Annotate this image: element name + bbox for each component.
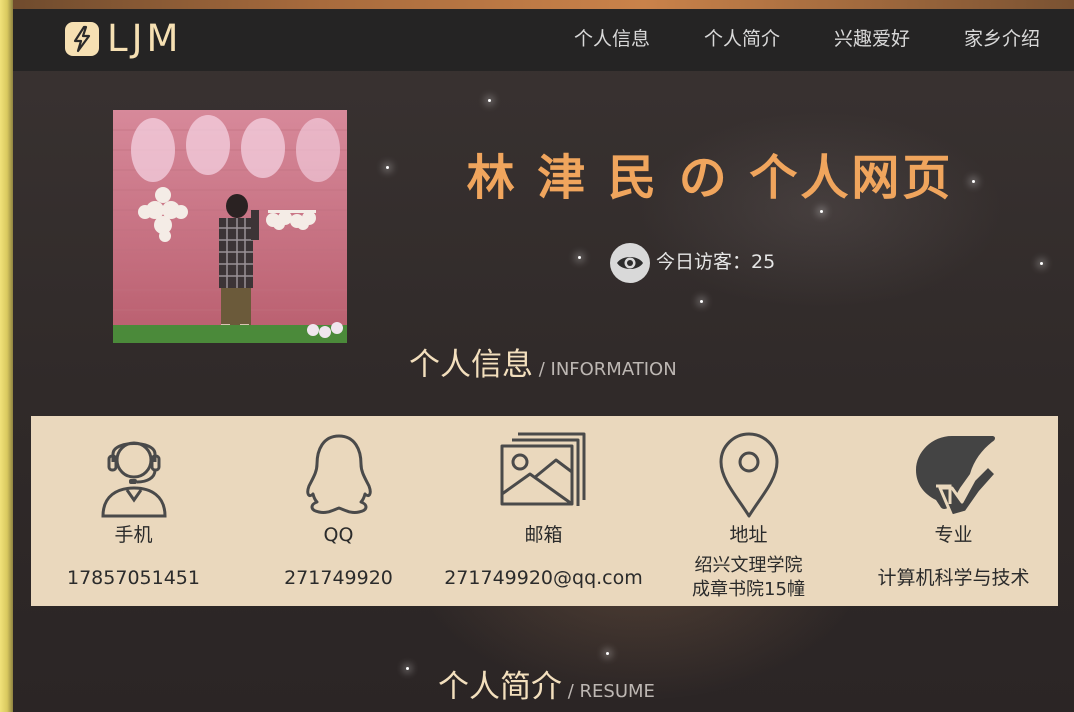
top-navbar: LJM 个人信息 个人简介 兴趣爱好 家乡介绍 [13,9,1074,71]
sparkle [578,256,581,259]
info-label-address: 地址 [729,524,768,546]
window-left-edge [0,0,13,712]
info-label-email: 邮箱 [524,524,563,546]
info-item-email: 邮箱 271749920@qq.com [441,416,646,606]
info-panel: 手机 17857051451 QQ 271749920 邮箱 271749920… [31,416,1058,606]
sparkle [488,99,491,102]
sparkle [606,652,609,655]
lightning-icon[interactable] [65,22,99,56]
nav-item-hometown[interactable]: 家乡介绍 [964,9,1040,71]
headset-user-icon [100,441,167,518]
info-item-phone: 手机 17857051451 [31,416,236,606]
graduation-cap-icon [915,436,997,518]
location-pin-icon [719,432,778,518]
info-label-major: 专业 [934,524,973,546]
info-value-address: 绍兴文理学院 成章书院15幢 [646,554,851,602]
nav-item-resume[interactable]: 个人简介 [704,9,780,71]
profile-photo [113,110,347,343]
image-gallery-icon [500,432,585,506]
info-value-phone: 17857051451 [67,567,200,589]
sparkle [700,300,703,303]
qq-penguin-icon [305,434,372,514]
sparkle [386,166,389,169]
logo-text[interactable]: LJM [107,17,182,61]
visitor-count: 今日访客：25 [656,251,776,273]
info-item-qq: QQ 271749920 [236,416,441,606]
address-line-1: 绍兴文理学院 [694,555,803,576]
sparkle [406,667,409,670]
info-item-address: 地址 绍兴文理学院 成章书院15幢 [646,416,851,606]
section-title-resume: 个人简介 / RESUME [438,667,655,712]
site-title: 林 津 民 の 个人网页 [466,150,954,206]
info-value-email: 271749920@qq.com [444,567,643,589]
section-heading: 个人信息 [409,347,533,383]
info-value-qq: 271749920 [284,567,393,589]
info-label-phone: 手机 [114,524,153,546]
section-title-information: 个人信息 / INFORMATION [409,345,677,390]
nav-item-info[interactable]: 个人信息 [574,9,650,71]
section-heading: 个人简介 [438,669,562,705]
nav-item-hobbies[interactable]: 兴趣爱好 [834,9,910,71]
info-label-qq: QQ [323,524,354,546]
info-item-major: 专业 计算机科学与技术 [851,416,1056,606]
sparkle [820,210,823,213]
window-top-edge [0,0,1074,9]
section-subtitle: / RESUME [562,681,655,702]
info-value-major: 计算机科学与技术 [877,567,1030,589]
eye-icon [610,243,650,283]
section-subtitle: / INFORMATION [533,359,677,380]
sparkle [1040,262,1043,265]
address-line-2: 成章书院15幢 [692,579,805,600]
